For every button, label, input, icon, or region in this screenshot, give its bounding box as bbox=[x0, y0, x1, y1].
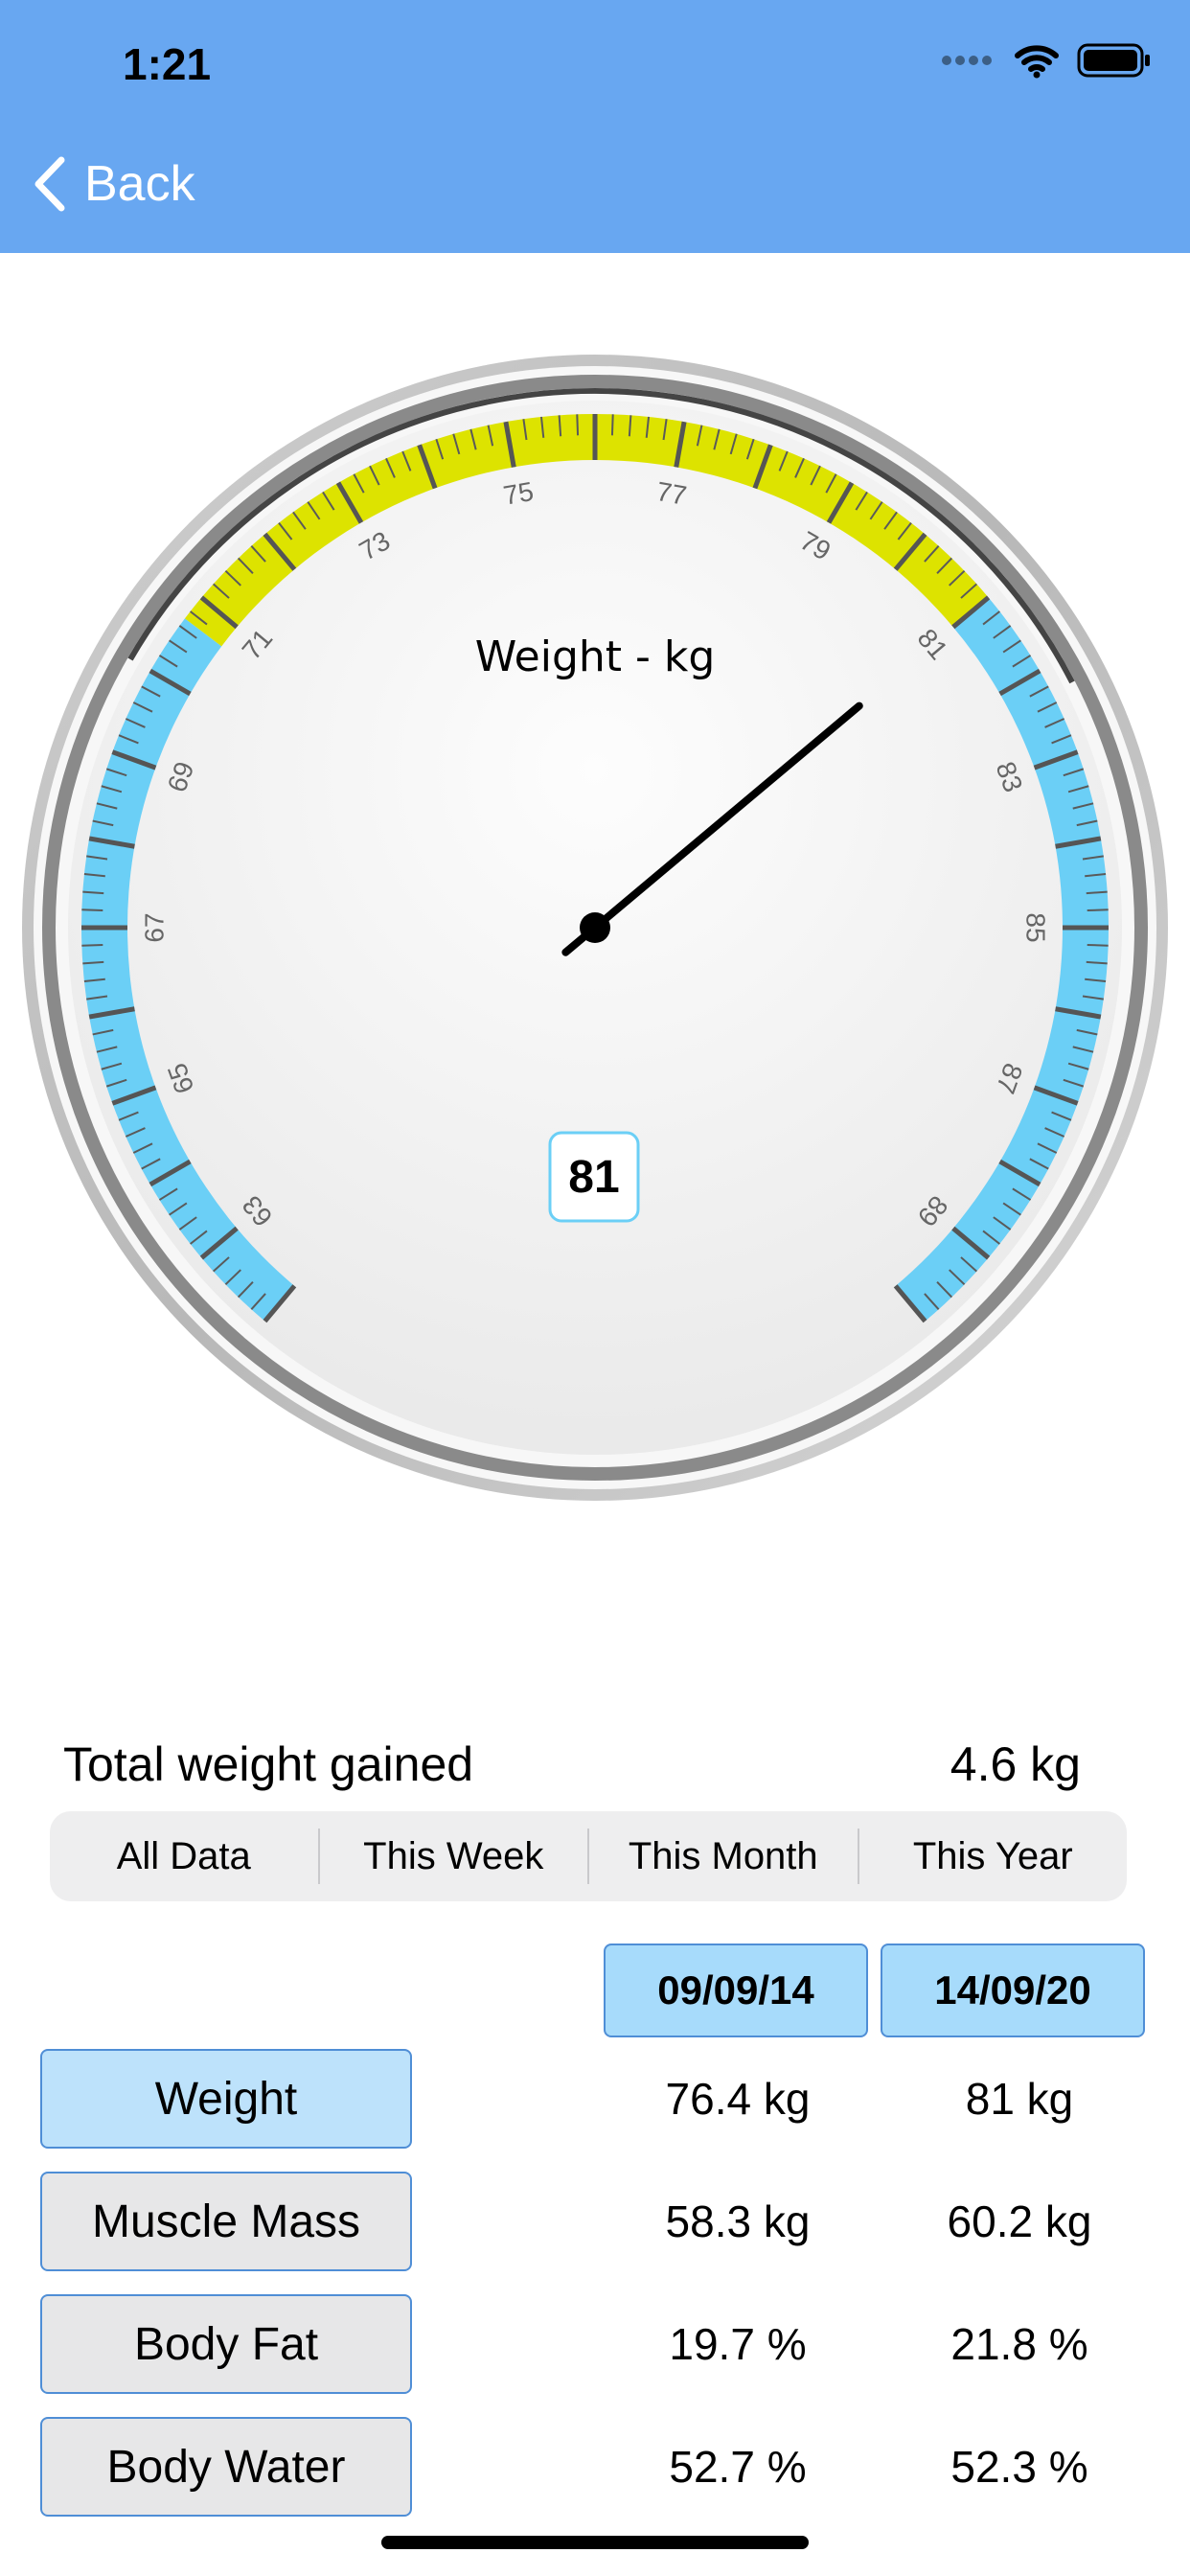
table-row: Weight 76.4 kg 81 kg bbox=[0, 2049, 1190, 2149]
home-indicator[interactable] bbox=[381, 2536, 809, 2549]
gauge-minor-tick bbox=[576, 414, 580, 436]
gauge-minor-tick bbox=[1087, 908, 1109, 912]
weight-gauge: 63656769717375 77798183858789 Weight - kg… bbox=[22, 355, 1168, 1501]
table-row: Body Fat 19.7 % 21.8 % bbox=[0, 2294, 1190, 2394]
metric-button-muscle-mass[interactable]: Muscle Mass bbox=[40, 2172, 412, 2271]
metric-value-start: 52.7 % bbox=[669, 2442, 807, 2492]
metric-value-start: 76.4 kg bbox=[665, 2074, 811, 2124]
summary-value: 4.6 kg bbox=[950, 1737, 1081, 1791]
gauge-minor-tick bbox=[610, 414, 614, 436]
battery-icon bbox=[1077, 43, 1150, 78]
metric-button-body-water[interactable]: Body Water bbox=[40, 2417, 412, 2517]
nav-bar: 1:21 Back bbox=[0, 0, 1190, 253]
gauge-value: 81 bbox=[568, 1152, 619, 1203]
wifi-icon bbox=[1015, 45, 1059, 79]
segment-this-week[interactable]: This Week bbox=[317, 1828, 588, 1884]
metric-value-start: 58.3 kg bbox=[665, 2196, 811, 2246]
metric-value-start: 19.7 % bbox=[669, 2319, 807, 2369]
gauge-title: Weight - kg bbox=[475, 632, 716, 681]
date-header-end[interactable]: 14/09/20 bbox=[881, 1944, 1145, 2037]
period-selector: All Data This Week This Month This Year bbox=[50, 1811, 1127, 1901]
chevron-left-icon bbox=[34, 156, 65, 212]
back-label: Back bbox=[84, 156, 195, 212]
gauge-tick-label: 67 bbox=[139, 912, 169, 942]
segment-all-data[interactable]: All Data bbox=[50, 1828, 318, 1884]
gauge-minor-tick bbox=[81, 943, 103, 947]
metric-value-end: 60.2 kg bbox=[947, 2196, 1092, 2246]
status-time: 1:21 bbox=[123, 39, 212, 89]
gauge-tick-label: 75 bbox=[501, 476, 536, 511]
metric-button-weight[interactable]: Weight bbox=[40, 2049, 412, 2149]
segment-this-month[interactable]: This Month bbox=[587, 1828, 858, 1884]
gauge-minor-tick bbox=[1087, 943, 1109, 947]
status-icons bbox=[941, 42, 1152, 79]
gauge-minor-tick bbox=[81, 908, 103, 912]
metric-value-end: 21.8 % bbox=[950, 2319, 1088, 2369]
back-button[interactable]: Back bbox=[33, 155, 195, 213]
table-row: Body Water 52.7 % 52.3 % bbox=[0, 2417, 1190, 2517]
summary-label: Total weight gained bbox=[63, 1737, 474, 1791]
gauge-tick-label: 77 bbox=[654, 476, 689, 511]
metric-button-body-fat[interactable]: Body Fat bbox=[40, 2294, 412, 2394]
table-row: Muscle Mass 58.3 kg 60.2 kg bbox=[0, 2172, 1190, 2271]
date-header-start[interactable]: 09/09/14 bbox=[604, 1944, 868, 2037]
gauge-hub bbox=[580, 912, 610, 943]
signal-icon bbox=[942, 56, 992, 65]
segment-this-year[interactable]: This Year bbox=[857, 1828, 1128, 1884]
gauge-tick-label: 85 bbox=[1021, 912, 1051, 942]
metric-value-end: 52.3 % bbox=[950, 2442, 1088, 2492]
metric-value-end: 81 kg bbox=[965, 2074, 1074, 2124]
